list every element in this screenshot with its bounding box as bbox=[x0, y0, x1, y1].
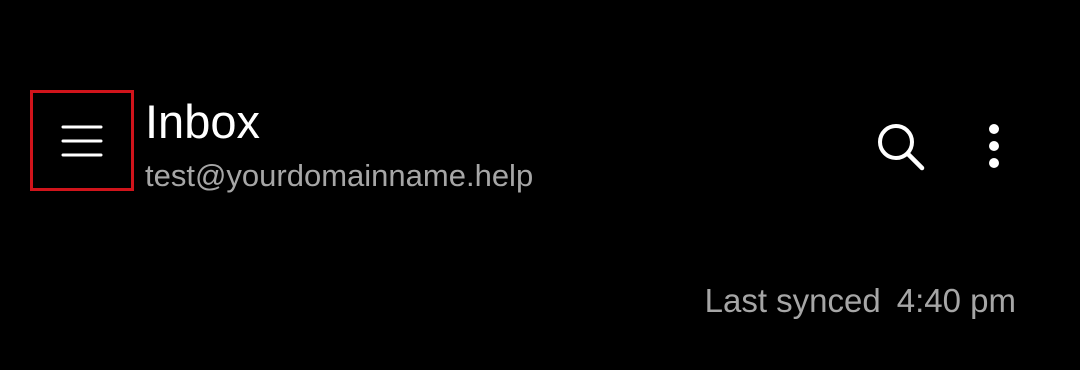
search-icon bbox=[874, 120, 926, 172]
sync-status: Last synced 4:40 pm bbox=[705, 280, 1016, 322]
page-title: Inbox bbox=[145, 95, 260, 148]
more-options-button[interactable] bbox=[972, 118, 1016, 174]
sync-time: 4:40 pm bbox=[896, 282, 1016, 319]
header-title-block: Inbox test@yourdomainname.help bbox=[145, 92, 533, 196]
account-email: test@yourdomainname.help bbox=[145, 158, 534, 193]
menu-button[interactable] bbox=[30, 90, 134, 191]
hamburger-menu-icon bbox=[60, 119, 104, 163]
search-button[interactable] bbox=[872, 118, 928, 174]
more-vertical-icon bbox=[987, 123, 1001, 169]
sync-label: Last synced bbox=[704, 282, 881, 319]
